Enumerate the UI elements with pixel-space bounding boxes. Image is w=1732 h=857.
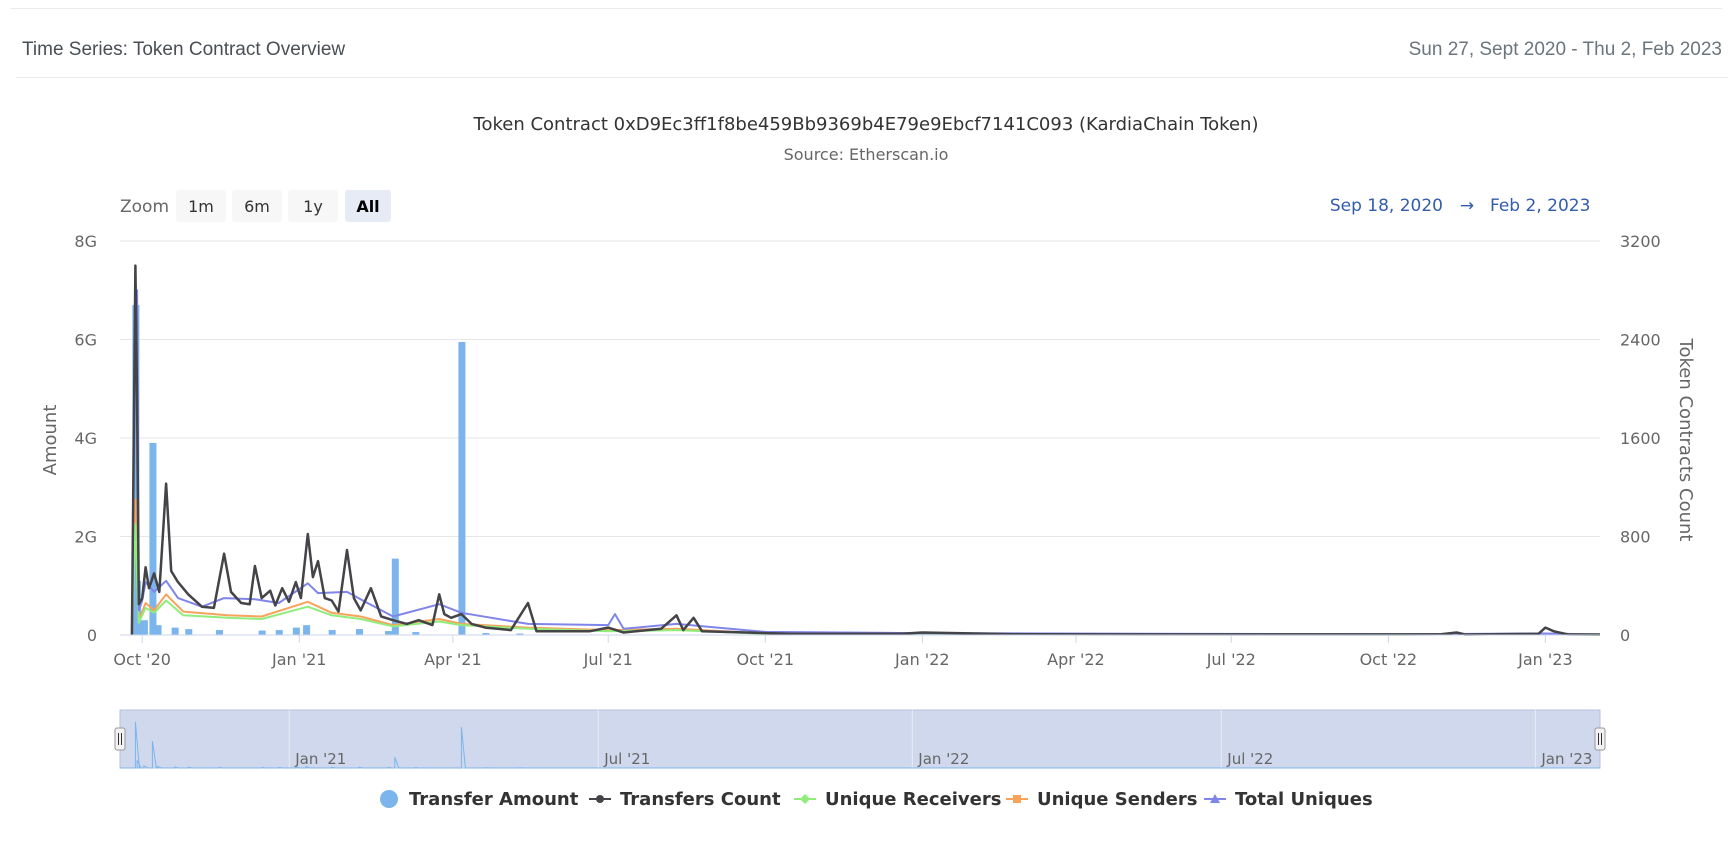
x-tick-label: Oct '20 [113,650,171,669]
legend-item-total-uniques[interactable]: Total Uniques [1204,789,1373,810]
left-tick-label: 4G [74,429,97,448]
zoom-buttons: 1m 6m 1y All [176,190,391,222]
legend-marker [800,794,810,804]
plot-area[interactable] [130,264,1601,636]
left-tick-label: 2G [74,528,97,547]
right-tick-label: 800 [1620,528,1651,547]
x-tick-label: Jul '21 [583,650,633,669]
legend-item-unique-senders[interactable]: Unique Senders [1006,789,1197,810]
zoom-button-label: 1y [303,197,323,216]
amount-bar[interactable] [355,629,363,635]
amount-bar[interactable] [328,630,336,635]
zoom-button-1m[interactable]: 1m [176,190,226,222]
left-tick-label: 0 [87,626,97,645]
legend-item-transfers-count[interactable]: Transfers Count [589,789,781,810]
left-axis-title: Amount [40,405,61,476]
x-tick-label: Jul '22 [1206,650,1256,669]
right-axis-ticks: 0 800 1600 2400 3200 [1620,232,1661,645]
x-tick-label: Apr '22 [1047,650,1105,669]
navigator-handle-right[interactable] [1594,727,1606,751]
left-tick-label: 6G [74,331,97,350]
range-to[interactable]: Feb 2, 2023 [1490,196,1590,216]
amount-bar[interactable] [185,629,193,635]
x-tick-label: Jan '21 [271,650,327,669]
zoom-button-label: All [356,197,379,216]
legend-marker [1013,795,1021,803]
series-line [130,498,1601,636]
amount-bar[interactable] [216,630,224,635]
navigator-label: Jul '21 [603,750,650,768]
legend-item-unique-receivers[interactable]: Unique Receivers [794,789,1001,810]
left-tick-label: 8G [74,232,97,251]
navigator-label: Jan '23 [1540,750,1592,768]
zoom-label: Zoom [120,197,169,217]
navigator-label: Jan '22 [917,750,969,768]
chart-subtitle: Source: Etherscan.io [784,145,949,164]
legend-label: Unique Receivers [825,789,1001,810]
legend-label: Unique Senders [1037,789,1197,810]
amount-bar[interactable] [458,341,466,635]
amount-bar[interactable] [292,627,300,635]
handle-grip [114,727,126,751]
zoom-button-label: 1m [188,197,214,216]
right-axis-title: Token Contracts Count [1675,338,1696,542]
chart-title: Token Contract 0xD9Ec3ff1f8be459Bb9369b4… [473,114,1259,135]
series-unique-senders [130,498,1601,636]
x-axis: Oct '20 Jan '21 Apr '21 Jul '21 Oct '21 Jan '… [113,634,1600,669]
x-tick-label: Jan '22 [894,650,950,669]
legend-marker [596,795,604,803]
legend-item-transfer-amount[interactable]: Transfer Amount [380,789,579,810]
navigator[interactable]: Jan '21 Jul '21 Jan '22 Jul '22 Jan '23 [114,709,1606,769]
zoom-button-1y[interactable]: 1y [288,190,338,222]
legend-label: Total Uniques [1235,789,1373,810]
legend: Transfer Amount Transfers Count Unique Rec… [380,789,1373,810]
date-range-selector: Sep 18, 2020 → Feb 2, 2023 [1330,196,1591,216]
series-transfer-amount [132,305,524,635]
series-line [130,264,1601,636]
series-transfers-count [130,264,1601,636]
legend-label: Transfer Amount [409,789,579,810]
navigator-label: Jan '21 [294,750,346,768]
x-tick-label: Jan '23 [1517,650,1573,669]
amount-bar[interactable] [154,625,162,635]
x-tick-label: Oct '21 [737,650,795,669]
right-tick-label: 3200 [1620,232,1661,251]
amount-bar[interactable] [171,627,179,635]
range-arrow: → [1460,196,1474,216]
grid [120,240,1600,636]
amount-bar[interactable] [303,625,311,635]
navigator-handle-left[interactable] [114,727,126,751]
range-from[interactable]: Sep 18, 2020 [1330,196,1443,216]
legend-label: Transfers Count [620,789,781,810]
left-axis-ticks: 0 2G 4G 6G 8G [74,232,97,645]
right-tick-label: 2400 [1620,331,1661,350]
handle-grip [1594,727,1606,751]
zoom-button-6m[interactable]: 6m [232,190,282,222]
navigator-label: Jul '22 [1226,750,1273,768]
amount-bar[interactable] [258,630,266,635]
zoom-button-All[interactable]: All [345,190,391,222]
legend-marker [380,790,398,808]
amount-bar[interactable] [140,620,148,635]
zoom-button-label: 6m [244,197,270,216]
amount-bar[interactable] [385,631,393,635]
right-tick-label: 0 [1620,626,1630,645]
right-tick-label: 1600 [1620,429,1661,448]
x-tick-label: Oct '22 [1360,650,1418,669]
time-series-chart: Token Contract 0xD9Ec3ff1f8be459Bb9369b4… [40,114,1696,810]
x-tick-label: Apr '21 [424,650,482,669]
amount-bar[interactable] [275,630,283,635]
